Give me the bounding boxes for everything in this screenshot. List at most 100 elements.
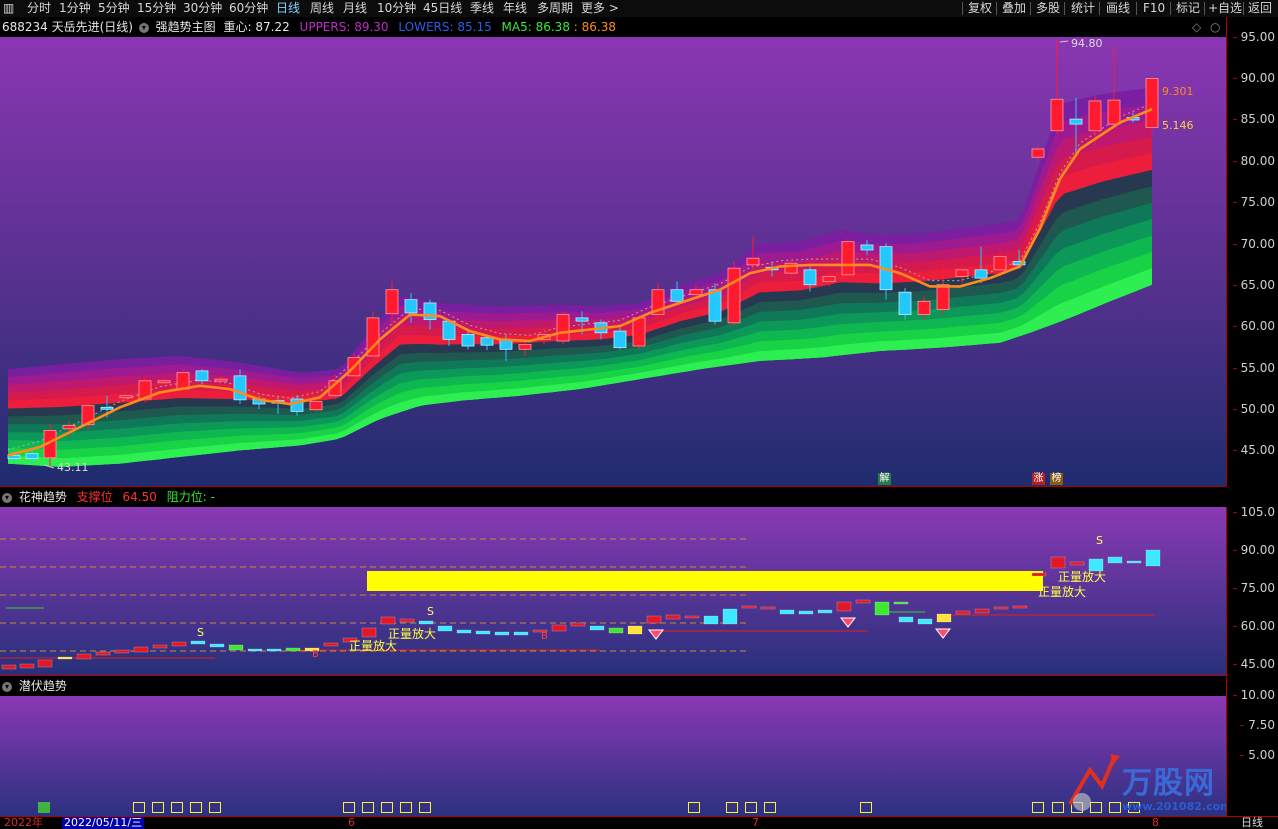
- overlay-button[interactable]: 叠加: [1002, 0, 1026, 17]
- tab-period-daily[interactable]: 日线: [276, 0, 300, 17]
- cursor-date-label: 2022/05/11/三: [62, 816, 145, 829]
- panel3-header: ▾ 潜伏趋势: [0, 675, 1226, 697]
- period-indicator: 日线: [1226, 816, 1278, 829]
- latent-signal-box: [209, 802, 221, 813]
- tab-period-5min[interactable]: 5分钟: [98, 0, 130, 17]
- center-value: 87.22: [255, 20, 290, 34]
- lowers-value: LOWERS: 85.15: [398, 20, 492, 34]
- trend-block: [551, 624, 567, 632]
- tab-period-45day[interactable]: 45日线: [423, 0, 462, 17]
- candle-down: [100, 406, 114, 410]
- indicator-dropdown-icon[interactable]: ▾: [138, 22, 149, 33]
- support-label: 支撑位: [76, 490, 113, 504]
- mark-button[interactable]: 标记: [1176, 0, 1200, 17]
- restore-rights-button[interactable]: 复权: [968, 0, 992, 17]
- trend-block: [798, 610, 814, 615]
- trend-block: [475, 630, 491, 635]
- signal-b-label: B: [312, 649, 319, 660]
- f10-button[interactable]: F10: [1143, 0, 1165, 17]
- panel2-dropdown-icon[interactable]: ▾: [2, 492, 12, 503]
- uppers-value: UPPERS: 89.30: [299, 20, 389, 34]
- marker-jie-badge[interactable]: 解: [878, 473, 891, 485]
- signal-s-label: S: [1096, 534, 1103, 547]
- center-label: 重心:: [223, 20, 256, 34]
- close-panel-icon[interactable]: ○: [1210, 17, 1220, 37]
- candle-down: [898, 291, 912, 315]
- statistics-button[interactable]: 统计: [1071, 0, 1095, 17]
- multi-stock-button[interactable]: 多股: [1036, 0, 1060, 17]
- toolbar-divider: [1170, 2, 1171, 15]
- trend-block: [380, 616, 396, 625]
- candle-down: [480, 337, 494, 346]
- trend-block: [703, 615, 719, 625]
- resist-value: -: [210, 490, 215, 504]
- tab-period-60min[interactable]: 60分钟: [229, 0, 268, 17]
- panel3-title[interactable]: 潜伏趋势: [19, 679, 67, 693]
- candle-up: [955, 269, 969, 277]
- trend-block: [684, 615, 700, 619]
- flower-trend-panel[interactable]: S S S B B 正量放大 正量放大 正量放大 正量放大: [0, 507, 1226, 676]
- trend-block: [665, 614, 681, 620]
- marker-zhang-badge[interactable]: 涨: [1032, 473, 1045, 485]
- latent-signal-box: [171, 802, 183, 813]
- main-chart-panel[interactable]: 94.80 43.11 9.301 5.146 解 涨 榜: [0, 37, 1226, 486]
- trend-block: [893, 601, 909, 605]
- stock-code-name: 688234 天岳先进(日线): [2, 20, 133, 34]
- panel2-tick: 45.00: [1232, 657, 1275, 671]
- trend-block: [133, 646, 149, 653]
- candle-down: [860, 244, 874, 251]
- price-tick: 60.00: [1232, 319, 1275, 333]
- tab-period-1min[interactable]: 1分钟: [59, 0, 91, 17]
- trend-block: [323, 642, 339, 647]
- trend-block: [190, 640, 206, 645]
- candle-down: [233, 375, 247, 401]
- tab-period-more[interactable]: 更多 >: [581, 0, 619, 17]
- add-watchlist-button[interactable]: +自选: [1208, 0, 1242, 17]
- back-button[interactable]: 返回: [1248, 0, 1272, 17]
- latent-trend-panel[interactable]: [0, 696, 1226, 816]
- trend-block: [513, 631, 529, 636]
- candle-up: [1031, 148, 1045, 158]
- latent-signal-box: [764, 802, 776, 813]
- tab-period-fenshi[interactable]: 分时: [27, 0, 51, 17]
- trend-block: [266, 648, 282, 652]
- candle-up: [157, 380, 171, 384]
- toolbar-menu-button[interactable]: ▥: [3, 0, 14, 17]
- trend-block: [874, 601, 890, 616]
- latent-signal-box: [381, 802, 393, 813]
- candle-down: [803, 269, 817, 286]
- tab-period-weekly[interactable]: 周线: [310, 0, 334, 17]
- candle-up: [1145, 78, 1159, 128]
- expand-diamond-icon[interactable]: ◇: [1192, 17, 1201, 37]
- tab-period-monthly[interactable]: 月线: [343, 0, 367, 17]
- ma5-tail-value: : 86.38: [573, 20, 617, 34]
- panel2-tick: 60.00: [1232, 619, 1275, 633]
- panel3-dropdown-icon[interactable]: ▾: [2, 681, 12, 692]
- candle-up: [746, 257, 760, 266]
- candle-up: [936, 284, 950, 310]
- tab-period-year[interactable]: 年线: [503, 0, 527, 17]
- tab-period-30min[interactable]: 30分钟: [183, 0, 222, 17]
- tab-period-season[interactable]: 季线: [470, 0, 494, 17]
- toolbar-divider: [962, 2, 963, 15]
- tab-period-10min[interactable]: 10分钟: [377, 0, 416, 17]
- indicator-name[interactable]: 强趋势主图: [156, 20, 216, 34]
- trend-block: [589, 625, 605, 631]
- toolbar-divider: [1064, 2, 1065, 15]
- latent-signal-box: [343, 802, 355, 813]
- tab-period-multi[interactable]: 多周期: [537, 0, 573, 17]
- latent-signal-box: [745, 802, 757, 813]
- trend-block: [209, 643, 225, 648]
- candle-up: [556, 314, 570, 342]
- panel2-title[interactable]: 花神趋势: [19, 490, 67, 504]
- trend-block: [1126, 560, 1142, 564]
- watermark-logo: 万股网 www.201082.com: [1062, 752, 1232, 816]
- trend-block: [171, 641, 187, 647]
- draw-line-button[interactable]: 画线: [1106, 0, 1130, 17]
- candle-down: [613, 330, 627, 349]
- marker-bang-badge[interactable]: 榜: [1050, 473, 1063, 485]
- signal-s-label: S: [427, 605, 434, 618]
- price-tick: 70.00: [1232, 237, 1275, 251]
- candle-up: [119, 395, 133, 399]
- tab-period-15min[interactable]: 15分钟: [137, 0, 176, 17]
